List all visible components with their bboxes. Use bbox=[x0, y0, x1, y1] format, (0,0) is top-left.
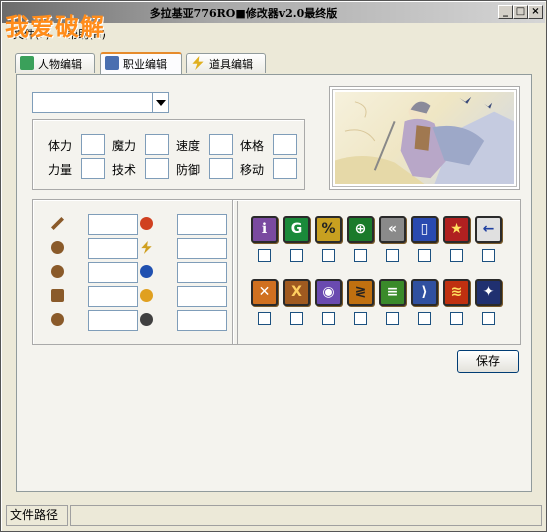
weapon-magic-group bbox=[32, 199, 238, 345]
stats-group: 体力 魔力 速度 体格 力量 技术 防御 移动 bbox=[32, 119, 305, 190]
fire-icon bbox=[140, 217, 153, 230]
character-portrait-image bbox=[333, 90, 516, 186]
skill-checkbox[interactable] bbox=[482, 312, 495, 325]
tab-label: 道具编辑 bbox=[209, 58, 253, 71]
thunder-icon bbox=[141, 241, 152, 254]
skill-checkbox[interactable] bbox=[450, 312, 463, 325]
skill-checkbox[interactable] bbox=[322, 312, 335, 325]
main-window: 多拉基亚776RO■修改器v2.0最终版 _ □ × 我爱破解 文件(F) 帮助… bbox=[0, 0, 547, 532]
skill-checkbox[interactable] bbox=[290, 312, 303, 325]
skill-checkbox[interactable] bbox=[482, 249, 495, 262]
skill-red-fire-icon[interactable]: ≋ bbox=[443, 279, 470, 306]
weapon-level-knife[interactable] bbox=[88, 310, 138, 331]
skill-brown-scroll-icon[interactable]: X bbox=[283, 279, 310, 306]
file-path-label: 文件路径 bbox=[6, 505, 68, 526]
stat-label-magic: 魔力 bbox=[112, 139, 137, 153]
stat-label-strength: 力量 bbox=[48, 163, 73, 177]
skill-checkbox[interactable] bbox=[322, 249, 335, 262]
tab-label: 职业编辑 bbox=[123, 58, 167, 71]
minimize-button[interactable]: _ bbox=[498, 5, 513, 19]
class-portrait bbox=[329, 86, 520, 190]
stat-label-skill: 技术 bbox=[112, 163, 137, 177]
magic-level-thunder[interactable] bbox=[177, 238, 227, 259]
skill-orange-runner-icon[interactable]: ≷ bbox=[347, 279, 374, 306]
skill-green-run-icon[interactable]: ≡ bbox=[379, 279, 406, 306]
skill-checkbox[interactable] bbox=[450, 249, 463, 262]
weapon-level-axe[interactable] bbox=[88, 262, 138, 283]
skill-purple-icon[interactable]: ℹ bbox=[251, 216, 278, 243]
magic-level-dark[interactable] bbox=[177, 310, 227, 331]
stat-input-move[interactable] bbox=[273, 158, 297, 179]
skill-checkbox[interactable] bbox=[354, 312, 367, 325]
stat-label-build: 体格 bbox=[240, 139, 265, 153]
tab-item-edit[interactable]: 道具编辑 bbox=[186, 53, 266, 73]
stat-label-defense: 防御 bbox=[176, 163, 201, 177]
person-icon bbox=[20, 56, 34, 70]
stat-input-skill[interactable] bbox=[145, 158, 169, 179]
weapon-level-sword[interactable] bbox=[88, 214, 138, 235]
skill-navy-figure-icon[interactable]: ✦ bbox=[475, 279, 502, 306]
skill-checkbox[interactable] bbox=[386, 249, 399, 262]
light-icon bbox=[140, 289, 153, 302]
skill-green-target-icon[interactable]: ⊕ bbox=[347, 216, 374, 243]
class-select[interactable] bbox=[32, 92, 169, 113]
wind-icon bbox=[140, 265, 153, 278]
status-bar: 文件路径 bbox=[6, 505, 542, 526]
lance-icon bbox=[51, 241, 64, 254]
skill-checkbox[interactable] bbox=[386, 312, 399, 325]
close-button[interactable]: × bbox=[528, 5, 543, 19]
knife-icon bbox=[51, 313, 64, 326]
title-bar[interactable]: 多拉基亚776RO■修改器v2.0最终版 _ □ × bbox=[2, 2, 545, 23]
stat-input-defense[interactable] bbox=[209, 158, 233, 179]
book-icon bbox=[105, 56, 119, 70]
skill-checkbox[interactable] bbox=[354, 249, 367, 262]
skill-green-g-icon[interactable]: G bbox=[283, 216, 310, 243]
skill-yellow-percent-icon[interactable]: % bbox=[315, 216, 342, 243]
stat-label-speed: 速度 bbox=[176, 139, 201, 153]
tab-character-edit[interactable]: 人物编辑 bbox=[15, 53, 95, 73]
stat-input-strength[interactable] bbox=[81, 158, 105, 179]
stat-input-magic[interactable] bbox=[145, 134, 169, 155]
sword-icon bbox=[51, 217, 64, 230]
skill-purple-eye-icon[interactable]: ◉ bbox=[315, 279, 342, 306]
magic-level-fire[interactable] bbox=[177, 214, 227, 235]
bow-icon bbox=[51, 289, 64, 302]
skill-gray-arrows-icon[interactable]: « bbox=[379, 216, 406, 243]
skill-checkbox[interactable] bbox=[418, 249, 431, 262]
axe-icon bbox=[51, 265, 64, 278]
dark-icon bbox=[140, 313, 153, 326]
stat-input-hp[interactable] bbox=[81, 134, 105, 155]
window-title: 多拉基亚776RO■修改器v2.0最终版 bbox=[149, 7, 338, 20]
skill-checkbox[interactable] bbox=[418, 312, 431, 325]
skill-checkbox[interactable] bbox=[258, 249, 271, 262]
stat-label-hp: 体力 bbox=[48, 139, 73, 153]
lightning-icon bbox=[192, 56, 204, 70]
skills-group: ℹ G % ⊕ « ▯ ★ ← ✕ X ◉ ≷ ≡ ⟩ ≋ ✦ bbox=[232, 199, 521, 345]
chevron-down-icon[interactable] bbox=[152, 93, 168, 112]
weapon-level-lance[interactable] bbox=[88, 238, 138, 259]
menu-help[interactable]: 帮助(H) bbox=[67, 26, 106, 42]
stat-label-move: 移动 bbox=[240, 163, 265, 177]
skill-checkbox[interactable] bbox=[290, 249, 303, 262]
skill-blue-figure-icon[interactable]: ▯ bbox=[411, 216, 438, 243]
stat-input-build[interactable] bbox=[273, 134, 297, 155]
skill-checkbox[interactable] bbox=[258, 312, 271, 325]
menu-bar: 文件(F) 帮助(H) bbox=[2, 23, 545, 43]
skill-red-star-icon[interactable]: ★ bbox=[443, 216, 470, 243]
magic-level-light[interactable] bbox=[177, 286, 227, 307]
skill-white-arrow-icon[interactable]: ← bbox=[475, 216, 502, 243]
skill-orange-cross-icon[interactable]: ✕ bbox=[251, 279, 278, 306]
menu-file[interactable]: 文件(F) bbox=[13, 26, 50, 42]
weapon-level-bow[interactable] bbox=[88, 286, 138, 307]
class-edit-panel: 体力 魔力 速度 体格 力量 技术 防御 移动 ℹ G % ⊕ « ▯ ★ ← … bbox=[16, 74, 532, 492]
skill-blue-armor-icon[interactable]: ⟩ bbox=[411, 279, 438, 306]
tab-class-edit[interactable]: 职业编辑 bbox=[100, 52, 182, 74]
file-path-value bbox=[70, 505, 542, 526]
stat-input-speed[interactable] bbox=[209, 134, 233, 155]
save-button[interactable]: 保存 bbox=[457, 350, 519, 373]
magic-level-wind[interactable] bbox=[177, 262, 227, 283]
tab-label: 人物编辑 bbox=[38, 58, 82, 71]
maximize-button[interactable]: □ bbox=[513, 5, 528, 19]
